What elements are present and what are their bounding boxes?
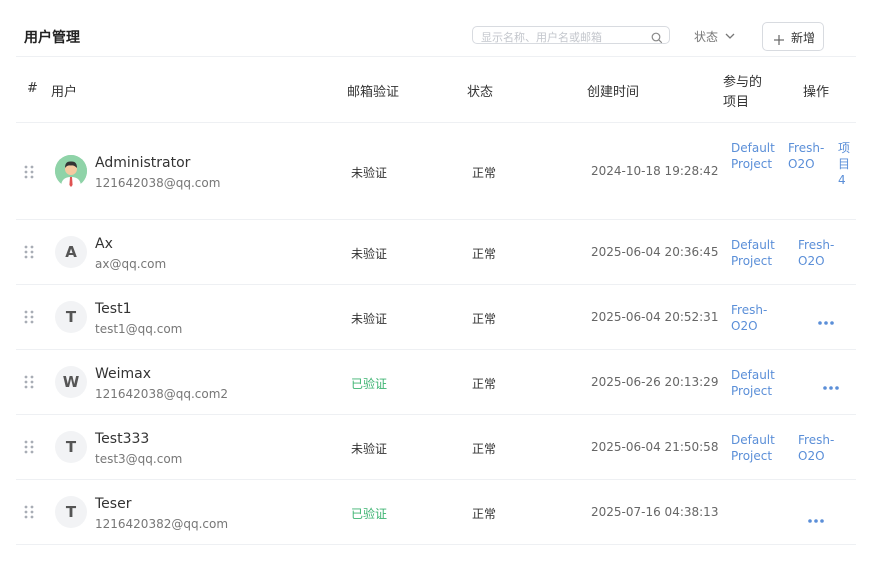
header-created: 创建时间: [587, 85, 640, 100]
user-status: 正常: [472, 507, 497, 521]
table-row[interactable]: W Weimax 121642038@qq.com2 已验证 正常 2025-0…: [0, 350, 878, 414]
created-time: 2025-06-04 20:52:31: [591, 310, 719, 324]
email-verify-status: 未验证: [351, 312, 388, 326]
project-link-text: Fresh-: [798, 433, 835, 447]
user-name: Teser: [95, 496, 132, 512]
project-link-text: Project: [731, 449, 773, 463]
user-email: test1@qq.com: [95, 322, 183, 336]
avatar: W: [55, 366, 87, 398]
user-email: ax@qq.com: [95, 257, 167, 271]
user-email: 1216420382@qq.com: [95, 517, 229, 531]
search-icon[interactable]: [651, 29, 663, 48]
header-actions: 操作: [803, 85, 830, 100]
project-link-text: 项: [838, 141, 851, 155]
divider: [16, 544, 856, 545]
status-filter-dropdown[interactable]: 状态: [694, 28, 735, 45]
created-time: 2025-07-16 04:38:13: [591, 505, 719, 519]
table-row[interactable]: Administrator 121642038@qq.com 未验证 正常 20…: [0, 123, 878, 219]
header-status: 状态: [467, 85, 494, 100]
user-email: test3@qq.com: [95, 452, 183, 466]
more-dots-icon[interactable]: [808, 509, 824, 528]
add-user-button[interactable]: 新增: [762, 22, 824, 51]
project-link-fresh-o2o[interactable]: Fresh- O2O: [788, 140, 824, 172]
project-link-text: O2O: [798, 254, 825, 268]
project-link-fresh-o2o[interactable]: Fresh- O2O: [798, 432, 834, 464]
header-projects-line2: 项目: [723, 95, 750, 110]
project-link-text: 目: [838, 157, 851, 171]
table-row[interactable]: T Teser 1216420382@qq.com 已验证 正常 2025-07…: [0, 480, 878, 544]
email-verify-status: 未验证: [351, 442, 388, 456]
project-link-text: O2O: [788, 157, 815, 171]
user-status: 正常: [472, 312, 497, 326]
user-status: 正常: [472, 442, 497, 456]
divider: [16, 56, 856, 57]
status-filter-label: 状态: [694, 30, 719, 44]
project-link-text: Fresh-: [788, 141, 825, 155]
project-link-default[interactable]: Default Project: [731, 367, 775, 399]
search-input[interactable]: 显示名称、用户名或邮箱: [472, 26, 670, 44]
more-dots-icon[interactable]: [818, 311, 834, 330]
drag-handle-icon[interactable]: [24, 164, 34, 183]
header-email-verify: 邮箱验证: [347, 85, 400, 100]
user-status: 正常: [472, 166, 497, 180]
drag-handle-icon[interactable]: [24, 504, 34, 523]
table-row[interactable]: T Test333 test3@qq.com 未验证 正常 2025-06-04…: [0, 415, 878, 479]
user-avatar-illustration: [55, 155, 87, 187]
project-link-default[interactable]: Default Project: [731, 140, 775, 172]
project-link-text: O2O: [731, 319, 758, 333]
user-status: 正常: [472, 377, 497, 391]
project-link-text: Default: [731, 433, 775, 447]
drag-handle-icon[interactable]: [24, 374, 34, 393]
project-link-fresh-o2o[interactable]: Fresh- O2O: [798, 237, 834, 269]
created-time: 2025-06-26 20:13:29: [591, 375, 719, 389]
drag-handle-icon[interactable]: [24, 309, 34, 328]
header-index: #: [27, 81, 38, 96]
avatar: T: [55, 496, 87, 528]
plus-icon: [773, 31, 785, 50]
project-link-text: Default: [731, 368, 775, 382]
avatar: A: [55, 236, 87, 268]
header-projects-line1: 参与的: [723, 75, 763, 90]
project-link-default[interactable]: Default Project: [731, 237, 775, 269]
project-link-text: Fresh-: [798, 238, 835, 252]
project-link-text: Default: [731, 238, 775, 252]
user-status: 正常: [472, 247, 497, 261]
email-verify-status: 未验证: [351, 166, 388, 180]
project-link-text: Default: [731, 141, 775, 155]
email-verify-status: 未验证: [351, 247, 388, 261]
more-dots-icon[interactable]: [823, 376, 839, 395]
page-title: 用户管理: [24, 30, 80, 46]
project-link-text: 4: [838, 173, 846, 187]
created-time: 2025-06-04 20:36:45: [591, 245, 719, 259]
project-link-text: Project: [731, 384, 773, 398]
table-row[interactable]: A Ax ax@qq.com 未验证 正常 2025-06-04 20:36:4…: [0, 220, 878, 284]
chevron-down-icon: [724, 30, 736, 45]
project-link-text: Project: [731, 254, 773, 268]
project-link-text: Fresh-: [731, 303, 768, 317]
user-name: Weimax: [95, 366, 152, 382]
project-link-text: O2O: [798, 449, 825, 463]
project-link-text: Project: [731, 157, 773, 171]
user-name: Ax: [95, 236, 113, 252]
project-link-default[interactable]: Default Project: [731, 432, 775, 464]
user-name: Test333: [95, 431, 150, 447]
add-button-label: 新增: [791, 31, 816, 45]
user-name: Test1: [95, 301, 132, 317]
project-link-project-4[interactable]: 项 目 4: [838, 140, 850, 188]
project-link-fresh-o2o[interactable]: Fresh- O2O: [731, 302, 767, 334]
user-email: 121642038@qq.com: [95, 176, 221, 190]
drag-handle-icon[interactable]: [24, 439, 34, 458]
created-time: 2024-10-18 19:28:42: [591, 164, 719, 178]
user-name: Administrator: [95, 155, 191, 171]
created-time: 2025-06-04 21:50:58: [591, 440, 719, 454]
drag-handle-icon[interactable]: [24, 244, 34, 263]
avatar: T: [55, 301, 87, 333]
search-placeholder: 显示名称、用户名或邮箱: [481, 31, 602, 44]
header-user: 用户: [51, 85, 78, 100]
avatar: T: [55, 431, 87, 463]
table-row[interactable]: T Test1 test1@qq.com 未验证 正常 2025-06-04 2…: [0, 285, 878, 349]
email-verify-status: 已验证: [351, 377, 388, 391]
email-verify-status: 已验证: [351, 507, 388, 521]
user-email: 121642038@qq.com2: [95, 387, 229, 401]
